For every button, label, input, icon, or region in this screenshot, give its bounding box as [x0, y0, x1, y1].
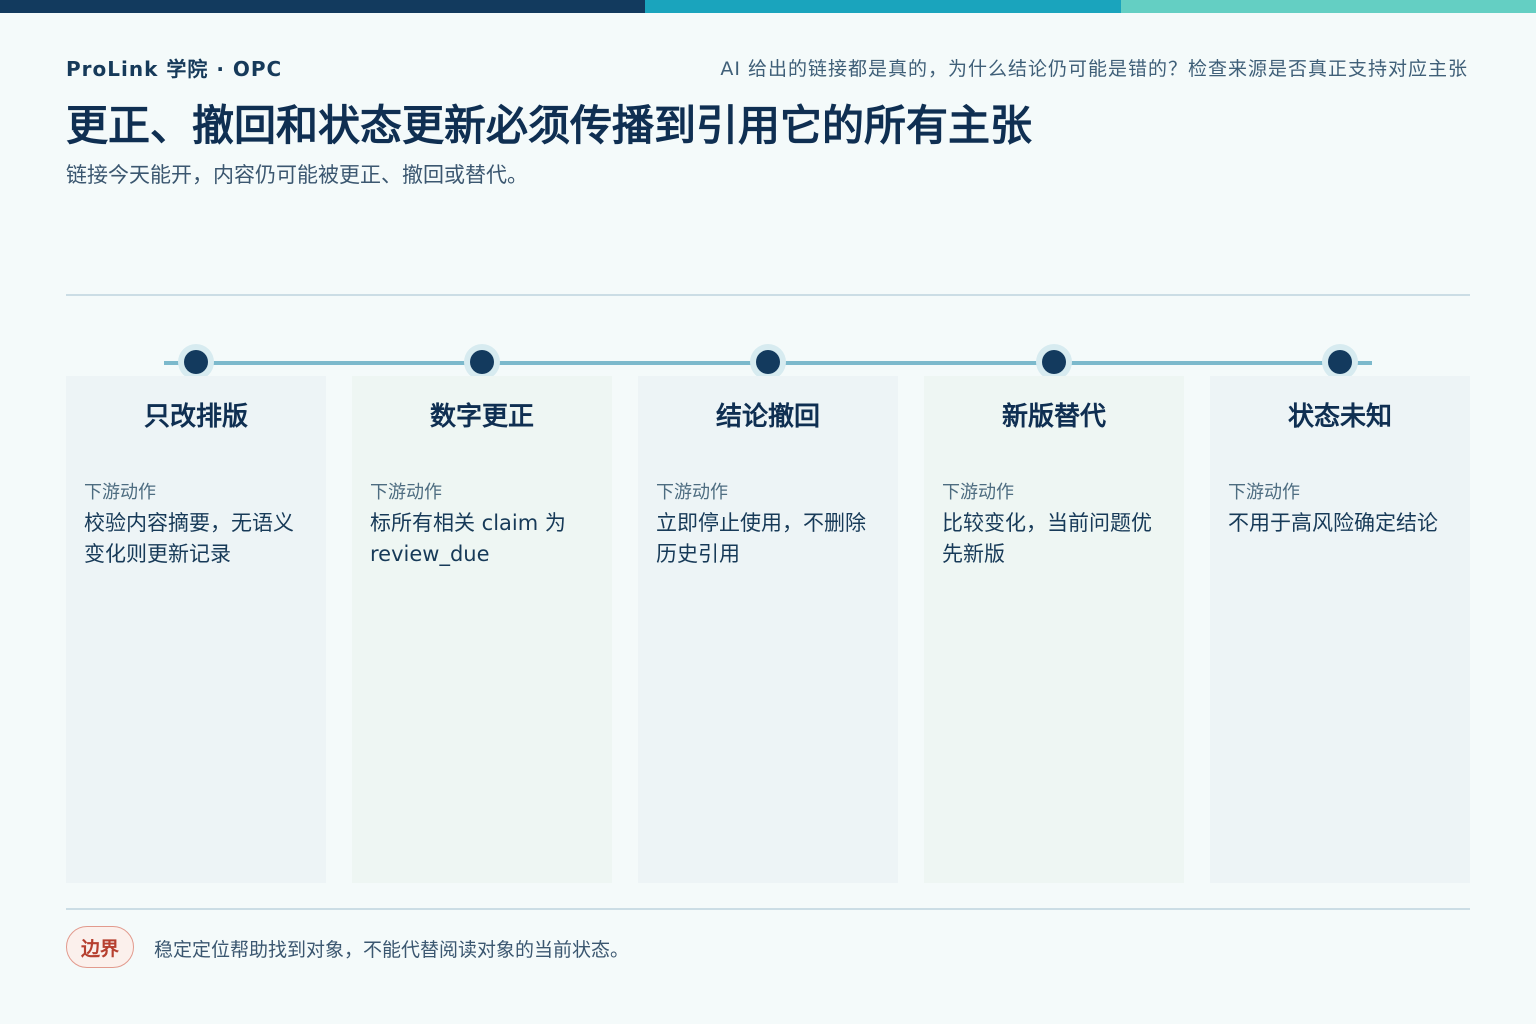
divider-top	[66, 294, 1470, 296]
card-layout-only: 只改排版 下游动作 校验内容摘要，无语义变化则更新记录	[66, 376, 326, 883]
boundary-badge: 边界	[66, 926, 134, 968]
card-body: 比较变化，当前问题优先新版	[942, 511, 1152, 566]
card-label: 下游动作	[656, 482, 728, 503]
card-conclusion-retracted: 结论撤回 下游动作 立即停止使用，不删除历史引用	[638, 376, 898, 883]
timeline-node	[464, 344, 500, 380]
timeline-node	[1036, 344, 1072, 380]
timeline-dot	[756, 350, 780, 374]
card-title: 数字更正	[429, 402, 534, 432]
timeline-node	[178, 344, 214, 380]
divider-bottom	[66, 908, 1470, 910]
tagline: AI 给出的链接都是真的，为什么结论仍可能是错的？检查来源是否真正支持对应主张	[720, 58, 1468, 80]
timeline-node	[750, 344, 786, 380]
timeline-dot	[184, 350, 208, 374]
card-status-unknown: 状态未知 下游动作 不用于高风险确定结论	[1210, 376, 1470, 883]
card-title: 新版替代	[1001, 402, 1106, 432]
card-label: 下游动作	[84, 482, 156, 503]
boundary-note: 稳定定位帮助找到对象，不能代替阅读对象的当前状态。	[154, 939, 630, 961]
page-subtitle: 链接今天能开，内容仍可能被更正、撤回或替代。	[66, 163, 528, 187]
page-title: 更正、撤回和状态更新必须传播到引用它的所有主张	[66, 101, 1033, 150]
timeline-node	[1322, 344, 1358, 380]
timeline-dot	[470, 350, 494, 374]
brand-label: ProLink 学院 · OPC	[66, 57, 283, 81]
accent-segment-teal	[645, 0, 1121, 13]
card-label: 下游动作	[942, 482, 1014, 503]
top-accent-bar	[0, 0, 1536, 13]
timeline-dot	[1042, 350, 1066, 374]
card-label: 下游动作	[1228, 482, 1300, 503]
card-number-correction: 数字更正 下游动作 标所有相关 claim 为 review_due	[352, 376, 612, 883]
card-title: 结论撤回	[715, 402, 820, 432]
card-body: 立即停止使用，不删除历史引用	[656, 511, 866, 566]
card-body: 校验内容摘要，无语义变化则更新记录	[84, 511, 294, 566]
card-title: 状态未知	[1287, 402, 1392, 432]
accent-segment-mint	[1121, 0, 1536, 13]
card-title: 只改排版	[143, 402, 248, 432]
card-body: 不用于高风险确定结论	[1228, 511, 1438, 535]
card-new-version: 新版替代 下游动作 比较变化，当前问题优先新版	[924, 376, 1184, 883]
timeline-dot	[1328, 350, 1352, 374]
card-body: 标所有相关 claim 为 review_due	[370, 511, 566, 566]
card-label: 下游动作	[370, 482, 442, 503]
accent-segment-navy	[0, 0, 645, 13]
